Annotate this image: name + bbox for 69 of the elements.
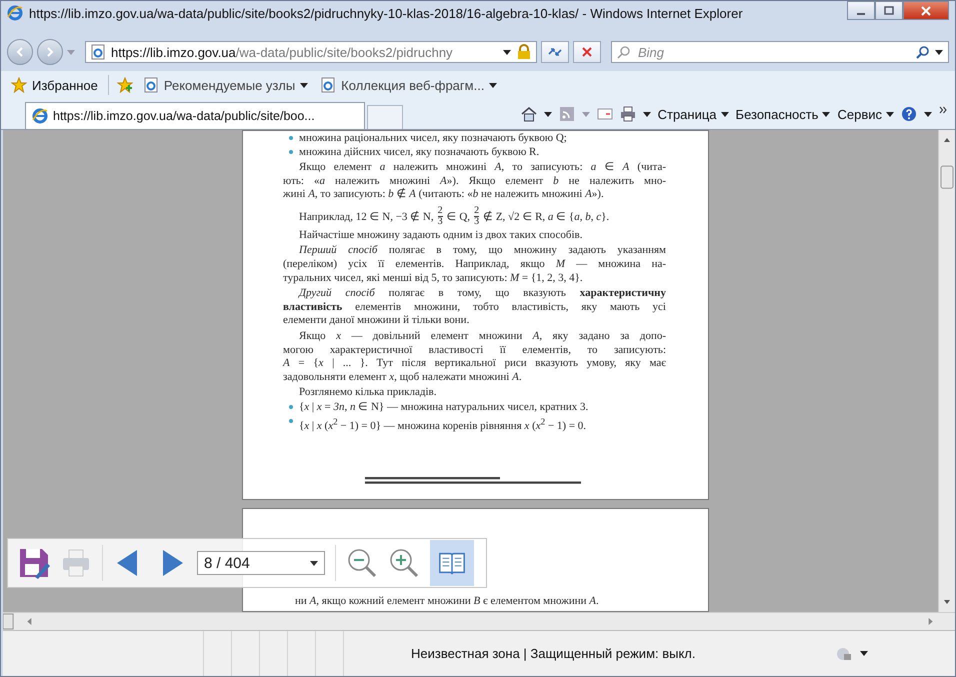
home-icon[interactable]	[520, 106, 537, 122]
caret-icon	[489, 82, 498, 88]
close-icon	[921, 6, 931, 16]
print-icon[interactable]	[620, 106, 636, 122]
caret-icon[interactable]	[860, 651, 868, 656]
forward-button[interactable]	[37, 39, 63, 65]
stop-icon	[581, 46, 593, 58]
e-logo-icon	[7, 5, 23, 21]
command-menu[interactable]: Безопасность	[736, 106, 830, 122]
add-favorite-icon[interactable]	[116, 77, 133, 93]
caret-icon	[822, 112, 830, 116]
paragraph: Якщо x — довільний елемент множини A, яку задано за допо- могою характеристичної властивості її елементів, то записують: A = {x | ... }. Тут після вертикальної риси вказують умову, яку має задовольняти елемент x, щоб належати множині A.	[283, 330, 666, 384]
zone-icon[interactable]	[836, 646, 852, 662]
minimize-button[interactable]	[847, 1, 875, 20]
search-icon[interactable]	[916, 45, 930, 59]
favorites-bar-item[interactable]: Коллекция веб-фрагм...	[318, 77, 500, 93]
paragraph: Якщо елемент a належить множині A, то записують: a ∈ A (чита- ють: «a належить множині A»). Якщо елемент b не належить мно- жині A, то записують: b ∉ A (читають: «b не належить множині A»).	[283, 161, 666, 202]
compatibility-button[interactable]	[541, 41, 569, 63]
address-field[interactable]: https://lib.imzo.gov.ua/wa-data/public/site/books2/pidruchny	[85, 41, 537, 63]
minimize-icon	[857, 12, 865, 14]
bullet-item: {x | x = 3n, n ∈ N} — множина натуральних чисел, кратних 3.	[283, 400, 666, 414]
zoom-out-icon[interactable]	[346, 547, 378, 579]
zoom-in-icon[interactable]	[388, 547, 420, 579]
favorites-button[interactable]: Избранное	[9, 77, 100, 93]
page-icon	[90, 44, 106, 60]
caret-icon	[300, 82, 308, 88]
caret-icon	[720, 112, 729, 116]
paragraph: Другий спосіб полягає в тому, що вказують характеристичну властивість елементів множини, тобто властивість, яку мають усі елементи даної множини й тільки вони.	[283, 287, 666, 328]
chevron-icon[interactable]	[939, 106, 947, 114]
page-icon	[142, 77, 159, 93]
star-icon	[11, 77, 27, 93]
mail-icon[interactable]	[596, 106, 613, 122]
feed-icon[interactable]	[558, 106, 575, 122]
paragraph: Найчастіше множину задають одним із двох таких способів.	[298, 228, 584, 242]
paragraph: ни A, якщо кожний елемент множини B є елементом множини A.	[294, 595, 600, 609]
command-menu[interactable]: Страница	[658, 106, 729, 122]
paragraph: Розглянемо кілька прикладів.	[298, 386, 438, 400]
help-icon[interactable]	[901, 106, 917, 122]
maximize-icon	[884, 6, 894, 16]
caret-icon[interactable]	[544, 112, 552, 116]
vertical-scrollbar[interactable]	[938, 130, 955, 612]
bullet-item: множина дійсних чисел, яку позначають буквою R.	[283, 145, 666, 159]
back-button[interactable]	[7, 39, 33, 65]
bullet-item: {x | x (x$^{2}$ − 1) = 0} — множина коренів рівняння x (x$^{2}$ − 1) = 0.	[283, 414, 666, 433]
e-logo-icon	[32, 108, 48, 124]
book-view-button[interactable]	[430, 540, 474, 586]
bullet-item: множина раціональних чисел, яку позначають буквою Q;	[283, 131, 666, 145]
caret-icon	[310, 560, 318, 566]
caret-icon[interactable]	[642, 112, 651, 116]
horizontal-scrollbar[interactable]	[3, 612, 955, 630]
page-icon	[320, 77, 336, 93]
lock-icon[interactable]	[516, 44, 532, 60]
page-select[interactable]: 8 / 404	[197, 551, 325, 575]
search-box[interactable]: Bing	[611, 41, 949, 63]
window-title: https://lib.imzo.gov.ua/wa-data/public/site/books2/pidruchnyky-10-klas-2018/16-algebra-10-klas/ - Windows Internet Explorer	[29, 6, 743, 20]
paragraph: Перший спосіб полягає в тому, що множину задають указанням (переліком) усіх її елементів. Наприклад, якщо M — множина на- туральних чисел, які менші від 5, то записують: M = {1, 2, 3, 4}.	[283, 244, 666, 286]
caret-icon	[886, 112, 894, 116]
caret-icon[interactable]	[924, 112, 932, 116]
stop-button[interactable]	[573, 41, 601, 63]
status-text: Неизвестная зона | Защищенный режим: выкл.	[411, 646, 696, 661]
close-button[interactable]	[903, 1, 949, 20]
caret-icon[interactable]	[935, 50, 943, 54]
search-icon	[617, 45, 631, 59]
caret-icon[interactable]	[503, 50, 511, 54]
save-icon[interactable]	[18, 547, 50, 579]
favorites-bar-item[interactable]: Рекомендуемые узлы	[140, 77, 310, 93]
command-menu[interactable]: Сервис	[837, 106, 894, 122]
maximize-button[interactable]	[875, 1, 903, 20]
browser-tab[interactable]: https://lib.imzo.gov.ua/wa-data/public/site/boo...	[25, 102, 365, 129]
